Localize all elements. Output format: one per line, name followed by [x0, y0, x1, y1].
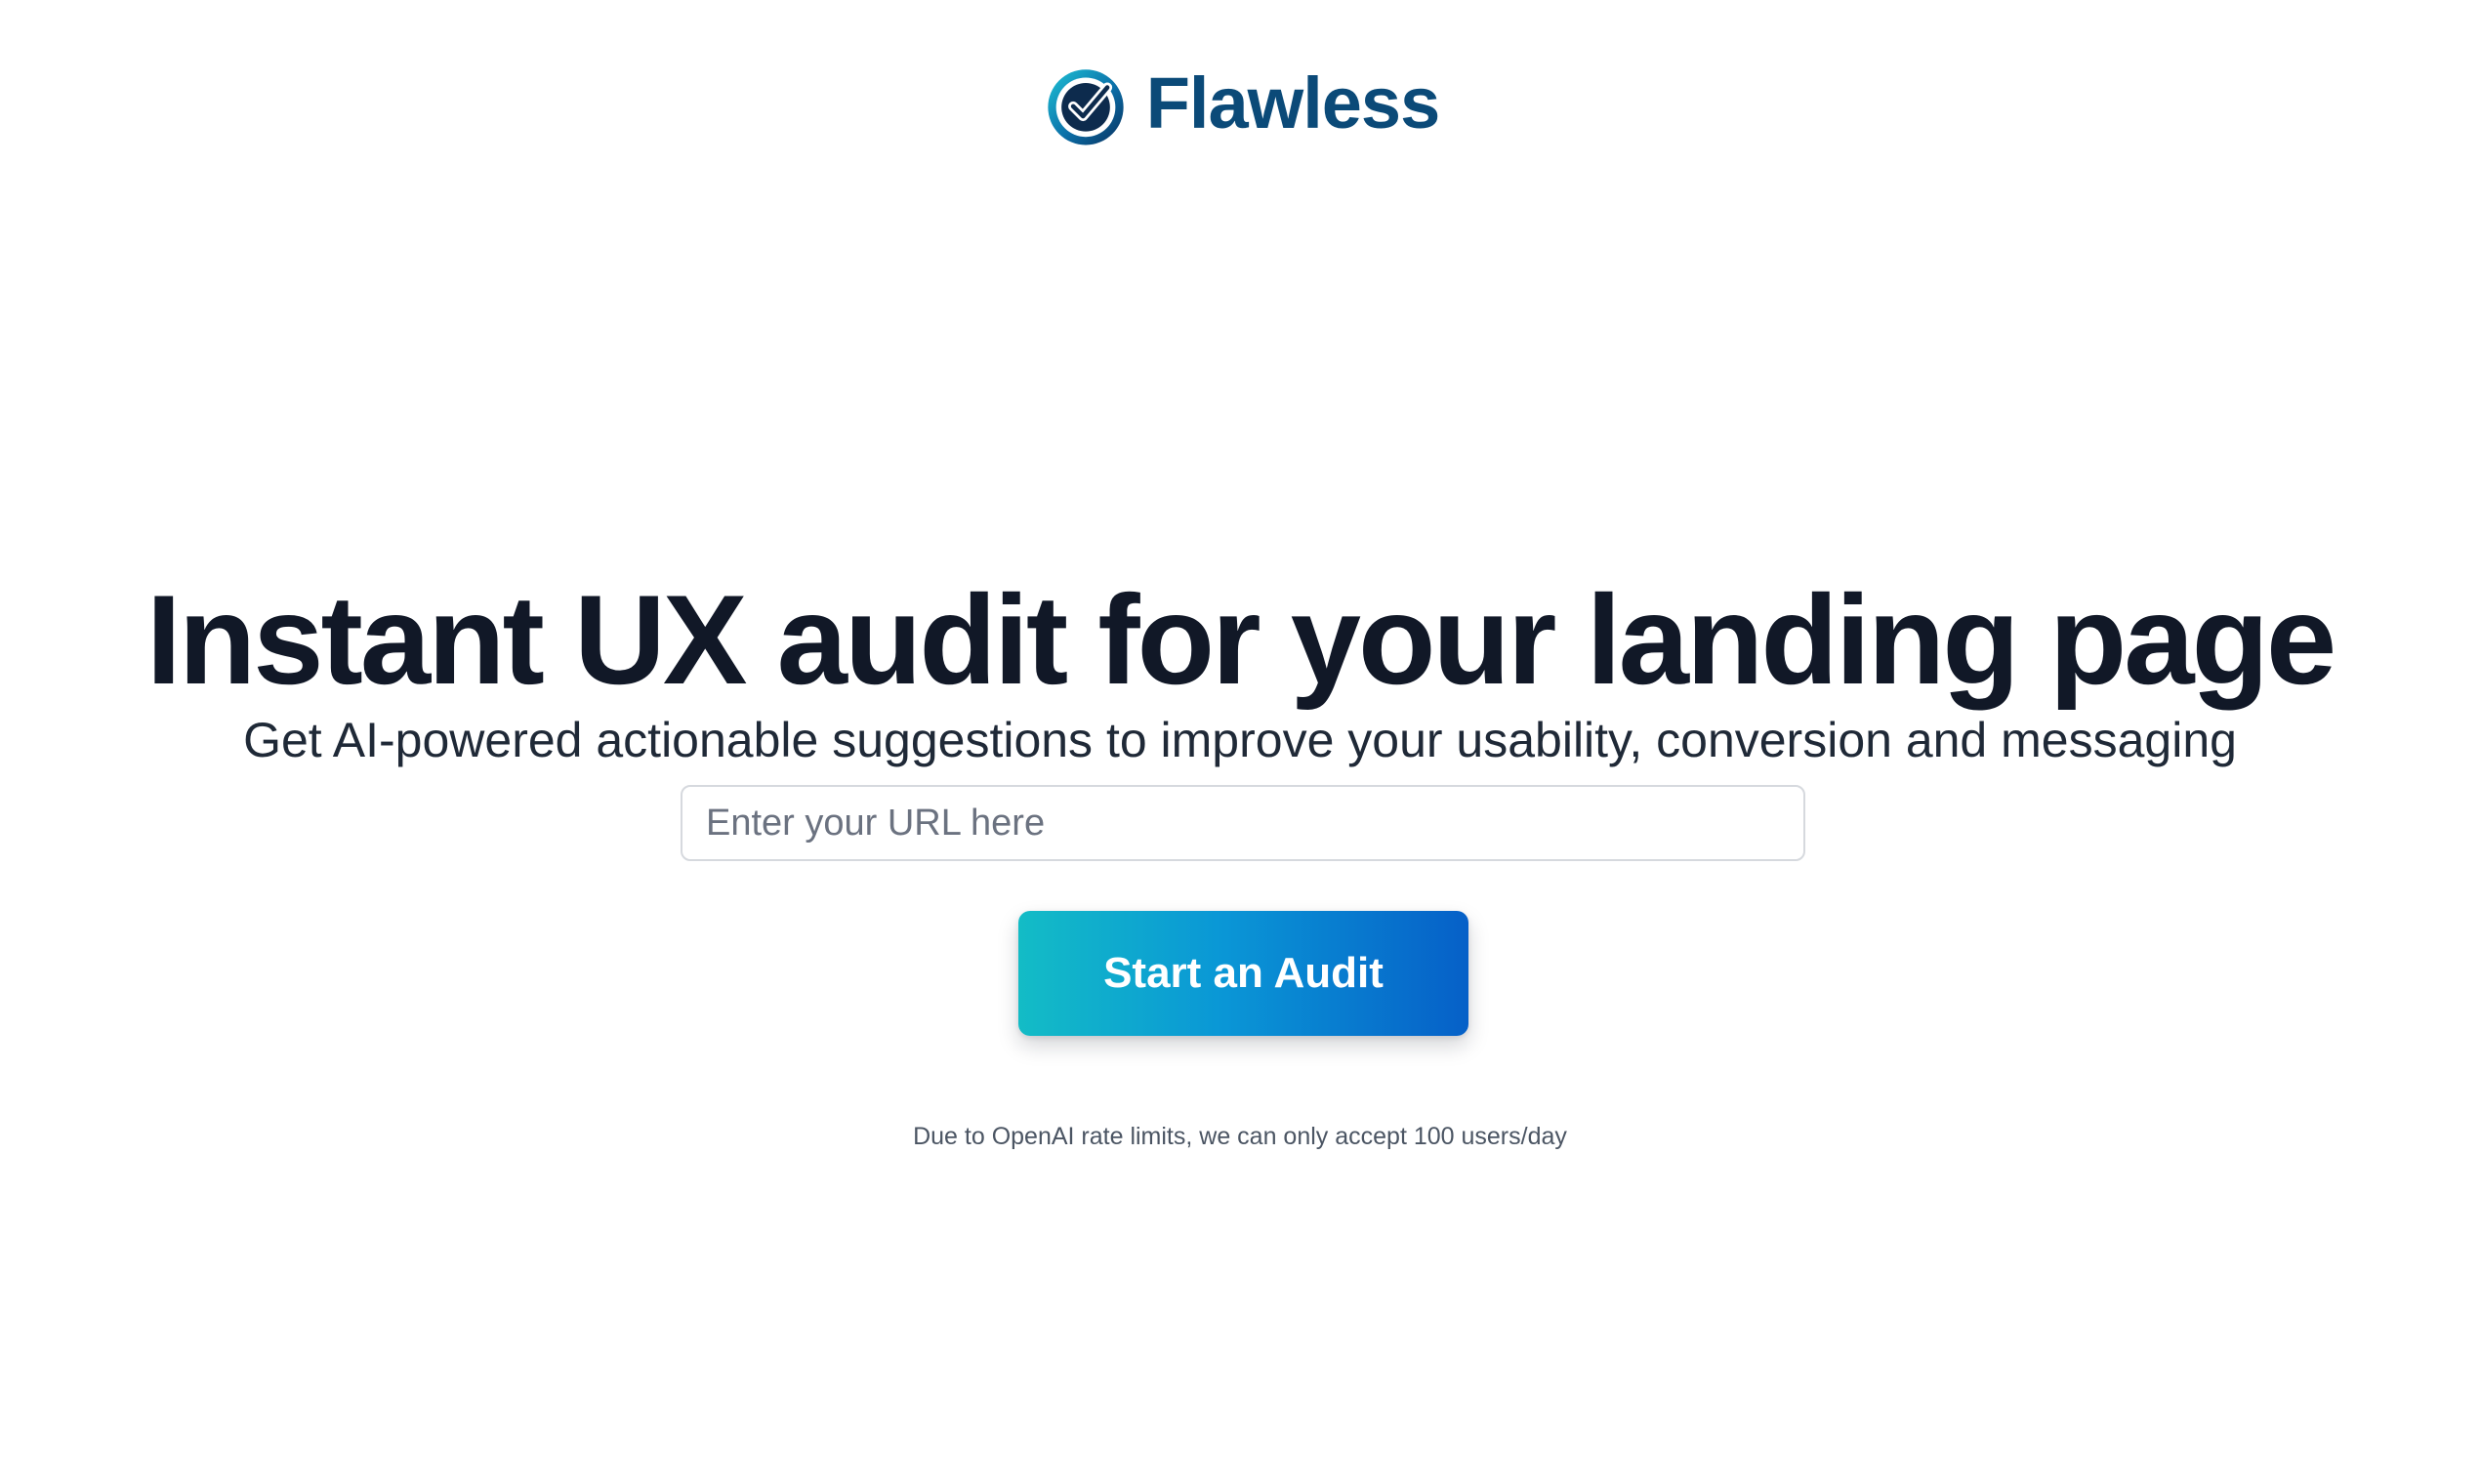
url-input[interactable]	[681, 785, 1805, 861]
site-header: Flawless	[0, 61, 2480, 150]
hero-subtitle: Get AI-powered actionable suggestions to…	[243, 713, 2237, 767]
brand-logo[interactable]: Flawless	[1041, 61, 1440, 150]
check-circle-icon	[1048, 69, 1124, 145]
brand-name: Flawless	[1145, 62, 1441, 144]
hero-title: Instant UX audit for your landing page	[145, 568, 2337, 712]
rate-limit-notice: Due to OpenAI rate limits, we can only a…	[913, 1123, 1567, 1150]
start-audit-button[interactable]: Start an Audit	[1018, 911, 1468, 1036]
